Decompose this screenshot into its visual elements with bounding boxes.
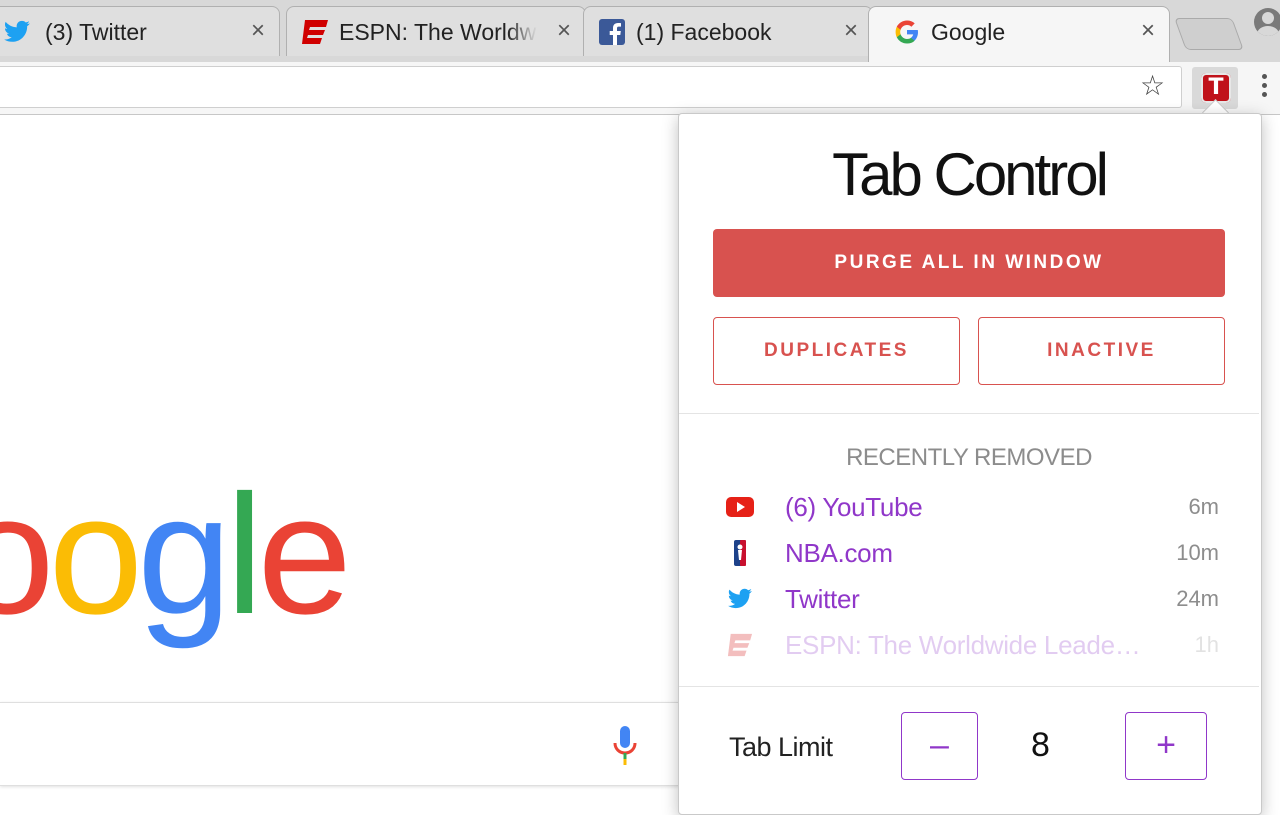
divider [679,413,1259,414]
tab-limit-label: Tab Limit [729,732,833,762]
facebook-icon [599,19,625,45]
inactive-button[interactable]: INACTIVE [978,317,1225,385]
tab-twitter[interactable]: (3) Twitter × [0,6,280,56]
close-icon[interactable]: × [557,19,571,43]
divider [679,686,1259,687]
list-item-age: 10m [1176,540,1219,565]
bookmark-star-icon[interactable]: ☆ [1140,70,1165,102]
list-item[interactable]: NBA.com 10m [679,530,1259,576]
list-item-name: ESPN: The Worldwide Leade… [785,630,1141,660]
espn-icon [302,20,328,44]
list-item-age: 24m [1176,586,1219,611]
list-item[interactable]: ESPN: The Worldwide Leade… 1h [679,622,1259,668]
tab-strip: (3) Twitter × ESPN: The Worldwide Leader… [0,0,1280,63]
google-icon [895,20,918,44]
twitter-icon [4,20,30,42]
nba-icon [734,540,746,566]
duplicates-button[interactable]: DUPLICATES [713,317,960,385]
tab-google[interactable]: Google × [868,6,1170,63]
microphone-icon[interactable] [612,726,638,766]
espn-icon [727,633,753,657]
google-logo: oogle [0,460,352,650]
list-item-name: (6) YouTube [785,492,923,522]
tab-limit-value: 8 [1031,726,1050,764]
tab-control-extension-icon[interactable]: T [1201,73,1231,103]
list-item-name: NBA.com [785,538,893,568]
address-bar[interactable] [0,66,1182,108]
list-item-name: Twitter [785,584,860,614]
list-item[interactable]: Twitter 24m [679,576,1259,622]
toolbar [0,62,1280,115]
tab-title: (1) Facebook [636,19,772,45]
list-item[interactable]: (6) YouTube 6m [679,484,1259,530]
tab-limit-decrement-button[interactable]: – [901,712,978,780]
close-icon[interactable]: × [251,19,265,43]
profile-icon[interactable] [1254,8,1280,36]
recently-removed-list: (6) YouTube 6m NBA.com 10m Twitter 24m E… [679,484,1259,668]
list-item-age: 6m [1188,494,1219,519]
list-item-age: 1h [1194,632,1219,657]
new-tab-button[interactable] [1174,18,1244,50]
google-search-input[interactable] [0,702,680,786]
tab-espn[interactable]: ESPN: The Worldwide Leader × [286,6,586,56]
tab-facebook[interactable]: (1) Facebook × [583,6,873,56]
youtube-icon [726,497,754,517]
tab-limit-increment-button[interactable]: + [1125,712,1207,780]
close-icon[interactable]: × [1141,19,1155,43]
twitter-icon [728,588,752,609]
popup-title: Tab Control [832,141,1109,208]
tab-title: ESPN: The Worldwide Leader [339,19,537,45]
browser-menu-icon[interactable] [1262,74,1268,101]
purge-all-button[interactable]: PURGE ALL IN WINDOW [713,229,1225,297]
close-icon[interactable]: × [844,19,858,43]
tab-title: Google [931,19,1006,45]
tab-control-popup: Tab Control PURGE ALL IN WINDOW DUPLICAT… [678,113,1262,815]
tab-title: (3) Twitter [45,19,147,45]
recently-removed-heading: RECENTLY REMOVED [846,444,1092,471]
